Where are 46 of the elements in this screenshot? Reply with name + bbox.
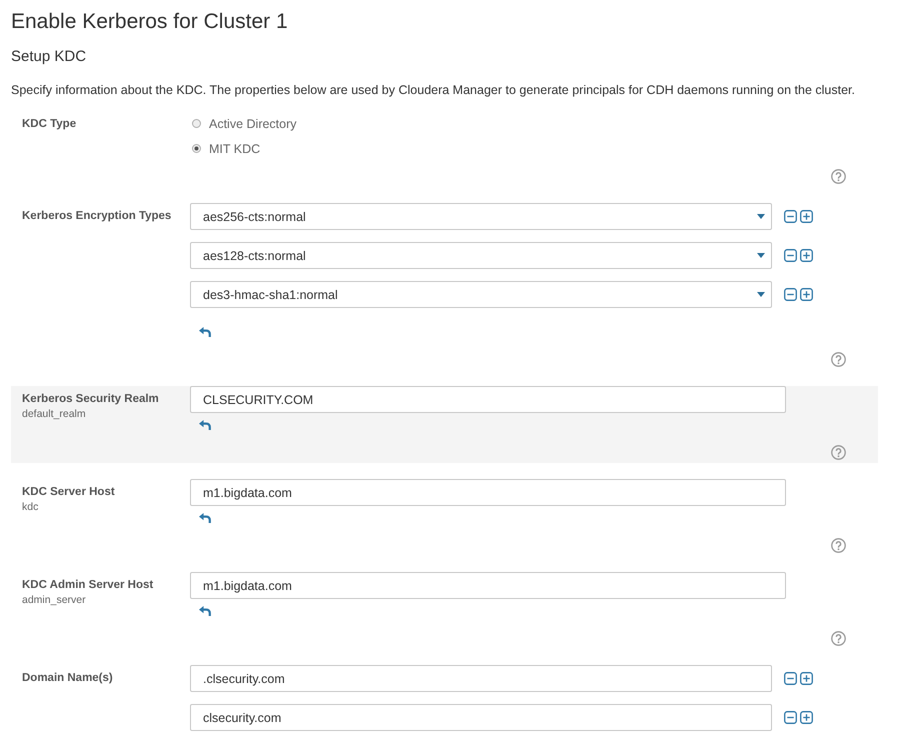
property-label: Kerberos Security Realm — [22, 392, 159, 407]
help-icon[interactable] — [831, 352, 846, 367]
plus-icon[interactable] — [800, 210, 813, 223]
select-field[interactable]: aes256-cts:normal — [190, 203, 772, 230]
undo-icon[interactable] — [199, 513, 211, 523]
caret-icon — [757, 292, 765, 297]
radio-icon[interactable] — [192, 144, 201, 153]
select-field[interactable]: aes128-cts:normal — [190, 242, 772, 269]
property-label: Kerberos Encryption Types — [22, 209, 172, 224]
plus-icon[interactable] — [800, 711, 813, 724]
caret-icon — [757, 214, 765, 219]
minus-icon[interactable] — [784, 711, 797, 724]
select-field[interactable]: des3-hmac-sha1:normal — [190, 281, 772, 308]
plus-icon[interactable] — [800, 288, 813, 301]
plus-icon[interactable] — [800, 672, 813, 685]
property-key: default_realm — [22, 407, 86, 421]
property-label: KDC Type — [22, 117, 76, 132]
property-label: Domain Name(s) — [22, 671, 113, 686]
help-icon[interactable] — [831, 169, 846, 184]
text-field[interactable]: CLSECURITY.COM — [190, 386, 786, 413]
description-text: Specify information about the KDC. The properties below are used by Cloudera Manager to generate principals for CDH daemons running on the cluster. — [11, 82, 856, 98]
text-field[interactable]: clsecurity.com — [190, 704, 772, 731]
radio-option[interactable]: Active Directory — [192, 111, 297, 136]
page-title: Enable Kerberos for Cluster 1 — [11, 9, 289, 35]
text-field[interactable]: .clsecurity.com — [190, 665, 772, 692]
property-label: KDC Server Host — [22, 485, 115, 500]
minus-icon[interactable] — [784, 249, 797, 262]
text-field[interactable]: m1.bigdata.com — [190, 479, 786, 506]
radio-option[interactable]: MIT KDC — [192, 136, 297, 161]
undo-icon[interactable] — [199, 420, 211, 430]
property-key: kdc — [22, 500, 38, 514]
property-label: KDC Admin Server Host — [22, 578, 154, 593]
help-icon[interactable] — [831, 538, 846, 553]
text-field[interactable]: m1.bigdata.com — [190, 572, 786, 599]
minus-icon[interactable] — [784, 288, 797, 301]
radio-icon[interactable] — [192, 119, 201, 128]
undo-icon[interactable] — [199, 327, 211, 337]
help-icon[interactable] — [831, 445, 846, 460]
property-key: admin_server — [22, 593, 86, 607]
undo-icon[interactable] — [199, 606, 211, 616]
plus-icon[interactable] — [800, 249, 813, 262]
section-subtitle: Setup KDC — [11, 47, 88, 67]
minus-icon[interactable] — [784, 210, 797, 223]
caret-icon — [757, 253, 765, 258]
help-icon[interactable] — [831, 631, 846, 646]
minus-icon[interactable] — [784, 672, 797, 685]
